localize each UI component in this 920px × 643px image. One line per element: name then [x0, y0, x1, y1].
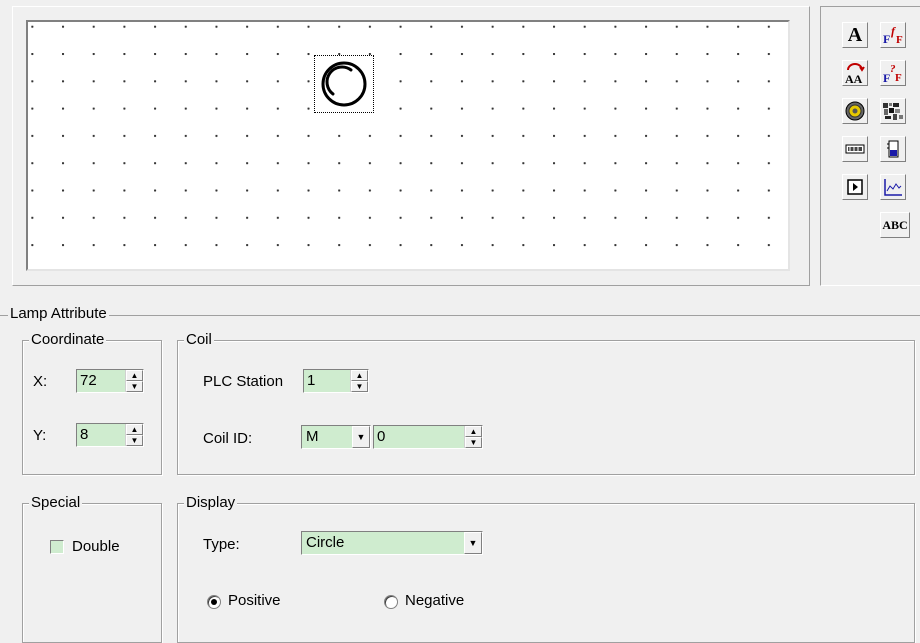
- numeric-display-tool-button[interactable]: [842, 136, 868, 162]
- play-button-icon: [847, 179, 863, 195]
- double-label[interactable]: Double: [72, 537, 120, 557]
- spin-up-icon[interactable]: ▲: [126, 424, 143, 435]
- coil-type-dropdown[interactable]: M ▼: [301, 425, 371, 449]
- coordinate-group: Coordinate: [22, 331, 162, 475]
- spin-down-icon[interactable]: ▼: [351, 381, 368, 392]
- spin-up-icon[interactable]: ▲: [465, 426, 482, 437]
- static-text-tool-button[interactable]: A: [842, 22, 868, 48]
- coil-number-spinbox[interactable]: 0 ▲ ▼: [373, 425, 483, 449]
- positive-label[interactable]: Positive: [228, 591, 281, 611]
- dynamic-font-tool-button[interactable]: F ? F: [880, 60, 906, 86]
- negative-label[interactable]: Negative: [405, 591, 464, 611]
- font-f-icon: F f F: [883, 24, 903, 46]
- plc-station-value[interactable]: 1: [304, 370, 350, 392]
- bitmap-icon: [883, 103, 903, 120]
- chevron-down-icon[interactable]: ▼: [352, 426, 370, 448]
- trend-graph-icon: [884, 179, 902, 196]
- y-spin-buttons[interactable]: ▲ ▼: [125, 424, 143, 446]
- spin-down-icon[interactable]: ▼: [465, 437, 482, 448]
- double-checkbox[interactable]: [50, 540, 64, 554]
- lamp-attribute-title: Lamp Attribute: [8, 304, 109, 324]
- spin-down-icon[interactable]: ▼: [126, 381, 143, 392]
- positive-radio[interactable]: [207, 595, 221, 609]
- display-type-value[interactable]: Circle: [302, 532, 464, 554]
- lamp-object[interactable]: [314, 55, 374, 113]
- spin-down-icon[interactable]: ▼: [126, 435, 143, 446]
- plc-station-label: PLC Station: [203, 373, 284, 390]
- svg-text:AA: AA: [845, 72, 863, 85]
- type-label: Type:: [203, 536, 240, 553]
- ascii-tool-button[interactable]: ABC: [880, 212, 910, 238]
- circle-lamp-icon: [321, 61, 367, 107]
- design-canvas[interactable]: [26, 20, 790, 271]
- y-coordinate-value[interactable]: 8: [77, 424, 125, 446]
- multi-state-text-tool-button[interactable]: AA: [842, 60, 868, 86]
- plc-station-spin-buttons[interactable]: ▲ ▼: [350, 370, 368, 392]
- x-label: X:: [33, 373, 48, 390]
- lamp-attribute-divider: [0, 315, 920, 316]
- numeric-display-icon: [845, 144, 865, 154]
- bar-graph-tool-button[interactable]: [880, 136, 906, 162]
- coil-group: Coil: [177, 331, 915, 475]
- plc-station-spinbox[interactable]: 1 ▲ ▼: [303, 369, 369, 393]
- display-type-dropdown[interactable]: Circle ▼: [301, 531, 483, 555]
- x-spin-buttons[interactable]: ▲ ▼: [125, 370, 143, 392]
- multi-text-icon: AA: [845, 63, 865, 85]
- display-group-title: Display: [184, 494, 238, 512]
- spin-up-icon[interactable]: ▲: [351, 370, 368, 381]
- dynamic-font-icon: F ? F: [883, 63, 902, 85]
- coil-number-spin-buttons[interactable]: ▲ ▼: [464, 426, 482, 448]
- negative-radio[interactable]: [384, 595, 398, 609]
- y-label: Y:: [33, 427, 47, 444]
- coil-id-label: Coil ID:: [203, 430, 253, 447]
- coil-type-value[interactable]: M: [302, 426, 352, 448]
- svg-text:F: F: [896, 34, 903, 46]
- dot-grid: [28, 22, 788, 269]
- bar-graph-icon: [887, 140, 899, 158]
- spin-up-icon[interactable]: ▲: [126, 370, 143, 381]
- display-group: Display: [177, 494, 915, 643]
- button-tool-button[interactable]: [842, 174, 868, 200]
- y-coordinate-spinbox[interactable]: 8 ▲ ▼: [76, 423, 144, 447]
- trend-graph-tool-button[interactable]: [880, 174, 906, 200]
- chevron-down-icon[interactable]: ▼: [464, 532, 482, 554]
- special-group: Special: [22, 494, 162, 643]
- x-coordinate-spinbox[interactable]: 72 ▲ ▼: [76, 369, 144, 393]
- lamp-icon: [845, 101, 865, 121]
- coil-group-title: Coil: [184, 331, 214, 349]
- svg-text:F: F: [895, 72, 902, 84]
- letter-a-icon: A: [847, 23, 863, 46]
- text-font-tool-button[interactable]: F f F: [880, 22, 906, 48]
- coil-number-value[interactable]: 0: [374, 426, 464, 448]
- svg-text:F: F: [883, 32, 890, 46]
- lamp-tool-button[interactable]: [842, 98, 868, 124]
- special-group-title: Special: [29, 494, 83, 512]
- bitmap-tool-button[interactable]: [880, 98, 906, 124]
- coordinate-group-title: Coordinate: [29, 331, 107, 349]
- abc-text-icon: ABC: [882, 217, 908, 232]
- x-coordinate-value[interactable]: 72: [77, 370, 125, 392]
